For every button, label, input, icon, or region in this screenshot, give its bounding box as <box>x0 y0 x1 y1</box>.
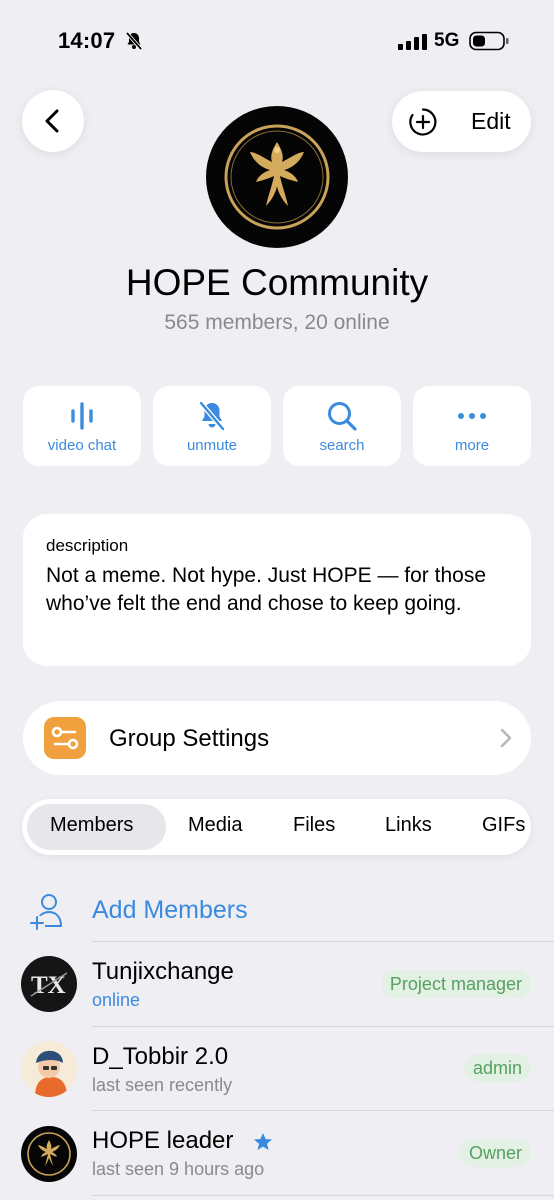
more-label: more <box>454 437 490 454</box>
member-name[interactable]: HOPE leader <box>92 1127 233 1155</box>
add-members-button[interactable]: Add Members <box>92 896 248 925</box>
back-button[interactable] <box>22 90 84 152</box>
role-badge: Owner <box>459 1139 531 1167</box>
member-status: last seen recently <box>92 1075 233 1095</box>
battery-icon <box>469 31 509 51</box>
voice-chat-icon <box>71 402 93 430</box>
avatar[interactable] <box>21 1041 77 1097</box>
chevron-right-icon <box>500 728 512 748</box>
divider <box>92 941 554 942</box>
group-settings-row[interactable]: Group Settings <box>23 701 531 775</box>
unmute-label: unmute <box>186 437 238 454</box>
chevron-left-icon <box>45 109 59 133</box>
status-time: 14:07 <box>58 28 116 53</box>
media-tabs: Members Media Files Links GIFs <box>22 799 531 855</box>
phoenix-logo <box>224 124 330 230</box>
group-subtitle: 565 members, 20 online <box>164 311 390 334</box>
member-name[interactable]: D_Tobbir 2.0 <box>92 1043 228 1071</box>
bell-slash-icon <box>199 401 225 431</box>
search-icon <box>328 402 357 431</box>
tab-links[interactable]: Links <box>385 814 432 837</box>
edit-button[interactable]: Edit <box>392 91 531 152</box>
star-icon <box>254 1133 272 1150</box>
member-status: last seen 9 hours ago <box>92 1159 265 1179</box>
group-avatar[interactable] <box>206 106 348 248</box>
member-status: online <box>92 990 141 1010</box>
divider <box>92 1110 554 1111</box>
add-circle-icon <box>409 108 437 136</box>
tab-media[interactable]: Media <box>188 814 242 837</box>
network-type: 5G <box>434 30 460 51</box>
more-dots-icon <box>458 413 486 419</box>
search-button[interactable]: search <box>283 386 401 466</box>
description-text: Not a meme. Not hype. Just HOPE — for th… <box>46 564 487 615</box>
tab-files[interactable]: Files <box>293 814 335 837</box>
divider <box>92 1195 554 1196</box>
role-badge: Project manager <box>380 970 531 998</box>
tab-members[interactable]: Members <box>50 814 133 837</box>
cartoon-avatar <box>21 1041 77 1097</box>
role-badge: admin <box>463 1054 531 1082</box>
member-name[interactable]: Tunjixchange <box>92 958 234 986</box>
edit-label: Edit <box>471 108 511 134</box>
divider <box>92 1026 554 1027</box>
description-label: description <box>46 536 129 555</box>
bell-slash-icon <box>125 31 143 51</box>
video-chat-label: video chat <box>47 437 117 454</box>
phoenix-logo <box>27 1132 71 1176</box>
tab-gifs[interactable]: GIFs <box>482 814 525 837</box>
unmute-button[interactable]: unmute <box>153 386 271 466</box>
group-title: HOPE Community <box>125 262 429 303</box>
signal-icon <box>398 34 427 50</box>
avatar[interactable]: TX <box>21 956 77 1012</box>
search-label: search <box>319 437 365 454</box>
tx-logo-avatar: TX <box>30 972 68 999</box>
video-chat-button[interactable]: video chat <box>23 386 141 466</box>
avatar[interactable] <box>21 1126 77 1182</box>
description-card: description Not a meme. Not hype. Just H… <box>23 514 531 666</box>
sliders-icon <box>44 717 86 759</box>
add-user-icon <box>29 894 62 930</box>
group-settings-label: Group Settings <box>109 725 270 752</box>
more-button[interactable]: more <box>413 386 531 466</box>
